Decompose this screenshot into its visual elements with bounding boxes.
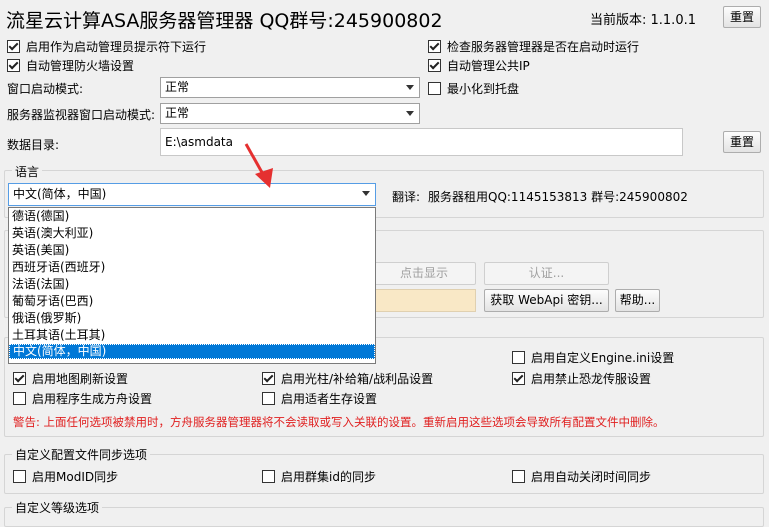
language-option[interactable]: 葡萄牙语(巴西)	[9, 293, 375, 310]
language-select[interactable]: 中文(简体，中国)	[8, 183, 376, 206]
beacon-label: 启用光柱/补给箱/战利品设置	[281, 372, 434, 386]
mod-id-sync-checkbox[interactable]: 启用ModID同步	[13, 468, 118, 485]
checkbox-box	[512, 470, 525, 483]
checkbox-box	[428, 82, 441, 95]
ark-gen-checkbox[interactable]: 启用程序生成方舟设置	[13, 390, 152, 407]
beacon-checkbox[interactable]: 启用光柱/补给箱/战利品设置	[262, 370, 433, 387]
show-key-button[interactable]: 点击显示	[372, 262, 476, 285]
auto-public-ip-checkbox[interactable]: 自动管理公共IP	[428, 57, 530, 74]
language-option[interactable]: 法语(法国)	[9, 276, 375, 293]
translation-label: 翻译:	[392, 190, 421, 204]
checkbox-box	[428, 59, 441, 72]
checkbox-box	[7, 59, 20, 72]
check-startup-label: 检查服务器管理器是否在启动时运行	[447, 40, 640, 54]
language-option[interactable]: 西班牙语(西班牙)	[9, 259, 375, 276]
monitor-mode-label: 服务器监视器窗口启动模式:	[7, 108, 156, 122]
checkbox-box	[262, 392, 275, 405]
checkbox-box	[13, 372, 26, 385]
red-arrow-icon	[244, 143, 273, 188]
window-mode-select[interactable]: 正常	[160, 77, 420, 98]
checkbox-box	[512, 372, 525, 385]
language-option[interactable]: 英语(美国)	[9, 242, 375, 259]
minimize-tray-checkbox[interactable]: 最小化到托盘	[428, 80, 519, 97]
sync-group-title: 自定义配置文件同步选项	[12, 446, 151, 463]
checkbox-box	[13, 392, 26, 405]
monitor-mode-value: 正常	[165, 106, 190, 120]
dino-spread-checkbox[interactable]: 启用禁止恐龙传服设置	[512, 370, 651, 387]
checkbox-box	[13, 470, 26, 483]
chevron-down-icon	[406, 111, 414, 116]
language-option[interactable]: 德语(德国)	[9, 208, 375, 225]
language-option-selected[interactable]: 中文(简体，中国)	[9, 344, 375, 359]
chevron-down-icon	[362, 191, 370, 196]
minimize-tray-label: 最小化到托盘	[447, 82, 520, 96]
auto-firewall-label: 自动管理防火墙设置	[26, 59, 135, 73]
checkbox-box	[262, 470, 275, 483]
map-refresh-label: 启用地图刷新设置	[32, 372, 129, 386]
auto-public-ip-label: 自动管理公共IP	[447, 59, 530, 73]
ark-gen-label: 启用程序生成方舟设置	[32, 392, 153, 406]
auto-firewall-checkbox[interactable]: 自动管理防火墙设置	[7, 57, 134, 74]
language-group-title: 语言	[12, 163, 43, 180]
map-refresh-checkbox[interactable]: 启用地图刷新设置	[13, 370, 128, 387]
get-webapi-key-button[interactable]: 获取 WebApi 密钥...	[484, 289, 609, 312]
checkbox-box	[7, 40, 20, 53]
language-option[interactable]: 土耳其语(土耳其)	[9, 327, 375, 344]
auth-button[interactable]: 认证...	[484, 262, 609, 285]
webapi-key-field[interactable]	[372, 289, 476, 312]
window-mode-label: 窗口启动模式:	[7, 82, 84, 96]
engine-ini-checkbox[interactable]: 启用自定义Engine.ini设置	[512, 349, 674, 366]
engine-ini-label: 启用自定义Engine.ini设置	[531, 351, 675, 365]
data-dir-label: 数据目录:	[7, 138, 60, 152]
help-button[interactable]: 帮助...	[615, 289, 660, 312]
cluster-id-sync-label: 启用群集id的同步	[281, 470, 376, 484]
levels-group	[4, 507, 764, 527]
reset-data-dir-button[interactable]: 重置	[723, 131, 761, 153]
run-as-admin-label: 启用作为启动管理员提示符下运行	[26, 40, 207, 54]
cluster-id-sync-checkbox[interactable]: 启用群集id的同步	[262, 468, 376, 485]
levels-group-title: 自定义等级选项	[12, 499, 103, 516]
auto-shutdown-sync-label: 启用自动关闭时间同步	[531, 470, 652, 484]
language-option[interactable]: 英语(澳大利亚)	[9, 225, 375, 242]
app-title: 流星云计算ASA服务器管理器 QQ群号:245900802	[6, 10, 443, 32]
survivor-checkbox[interactable]: 启用适者生存设置	[262, 390, 377, 407]
window-mode-value: 正常	[165, 80, 190, 94]
checkbox-box	[512, 351, 525, 364]
language-dropdown-list: 德语(德国) 英语(澳大利亚) 英语(美国) 西班牙语(西班牙) 法语(法国) …	[8, 207, 376, 364]
translation-credit: 服务器租用QQ:1145153813 群号:245900802	[428, 190, 688, 204]
version-label: 当前版本: 1.1.0.1	[590, 13, 696, 28]
survivor-label: 启用适者生存设置	[281, 392, 378, 406]
checkbox-box	[428, 40, 441, 53]
chevron-down-icon	[406, 85, 414, 90]
warning-text: 警告: 上面任何选项被禁用时，方舟服务器管理器将不会读取或写入关联的设置。重新启…	[13, 415, 665, 429]
dino-spread-label: 启用禁止恐龙传服设置	[531, 372, 652, 386]
language-selected-value: 中文(简体，中国)	[13, 187, 107, 201]
auto-shutdown-sync-checkbox[interactable]: 启用自动关闭时间同步	[512, 468, 651, 485]
mod-id-sync-label: 启用ModID同步	[32, 470, 119, 484]
reset-version-button[interactable]: 重置	[723, 6, 761, 28]
data-dir-input[interactable]: E:\asmdata	[160, 128, 683, 156]
checkbox-box	[262, 372, 275, 385]
run-as-admin-checkbox[interactable]: 启用作为启动管理员提示符下运行	[7, 38, 206, 55]
language-option[interactable]: 俄语(俄罗斯)	[9, 310, 375, 327]
check-startup-checkbox[interactable]: 检查服务器管理器是否在启动时运行	[428, 38, 639, 55]
monitor-mode-select[interactable]: 正常	[160, 103, 420, 124]
